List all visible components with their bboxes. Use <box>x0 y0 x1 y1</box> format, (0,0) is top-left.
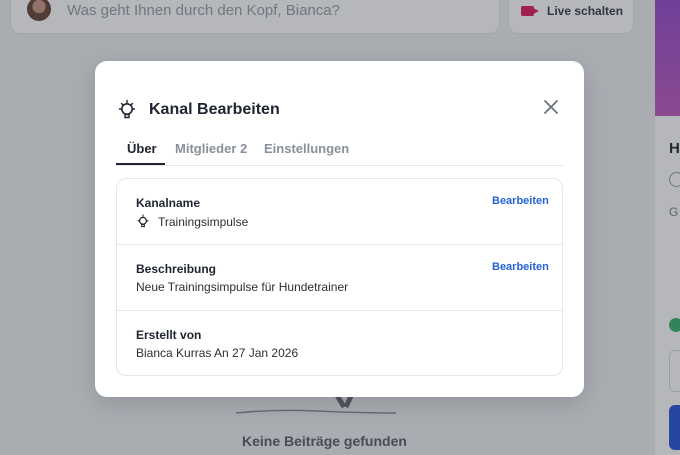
channel-name-label: Kanalname <box>136 196 201 210</box>
channel-info-card: Kanalname Trainingsimpulse Bearbeiten Be… <box>116 178 563 376</box>
edit-channel-name-link[interactable]: Bearbeiten <box>492 195 549 207</box>
tab-about[interactable]: Über <box>127 141 157 156</box>
edit-description-link[interactable]: Bearbeiten <box>492 261 549 273</box>
channel-name-value-wrap: Trainingsimpulse <box>136 214 248 229</box>
dialog-title: Kanal Bearbeiten <box>149 101 280 118</box>
description-row: Beschreibung Neue Trainingsimpulse für H… <box>117 244 562 310</box>
created-by-label: Erstellt von <box>136 328 202 342</box>
close-icon[interactable] <box>542 98 560 116</box>
lightbulb-icon <box>118 99 136 119</box>
dialog-tabs: Über Mitglieder 2 Einstellungen <box>116 133 563 166</box>
created-by-value: Bianca Kurras An 27 Jan 2026 <box>136 346 299 360</box>
active-tab-indicator <box>116 163 165 165</box>
tab-members[interactable]: Mitglieder 2 <box>175 141 247 156</box>
edit-channel-dialog: Kanal Bearbeiten Über Mitglieder 2 Einst… <box>95 61 584 397</box>
channel-name-value: Trainingsimpulse <box>158 214 249 229</box>
created-by-row: Erstellt von Bianca Kurras An 27 Jan 202… <box>117 310 562 375</box>
description-label: Beschreibung <box>136 262 217 276</box>
description-value: Neue Trainingsimpulse für Hundetrainer <box>136 280 349 294</box>
tab-settings[interactable]: Einstellungen <box>264 141 349 156</box>
lightbulb-icon <box>137 214 149 228</box>
channel-name-row: Kanalname Trainingsimpulse Bearbeiten <box>117 179 562 244</box>
